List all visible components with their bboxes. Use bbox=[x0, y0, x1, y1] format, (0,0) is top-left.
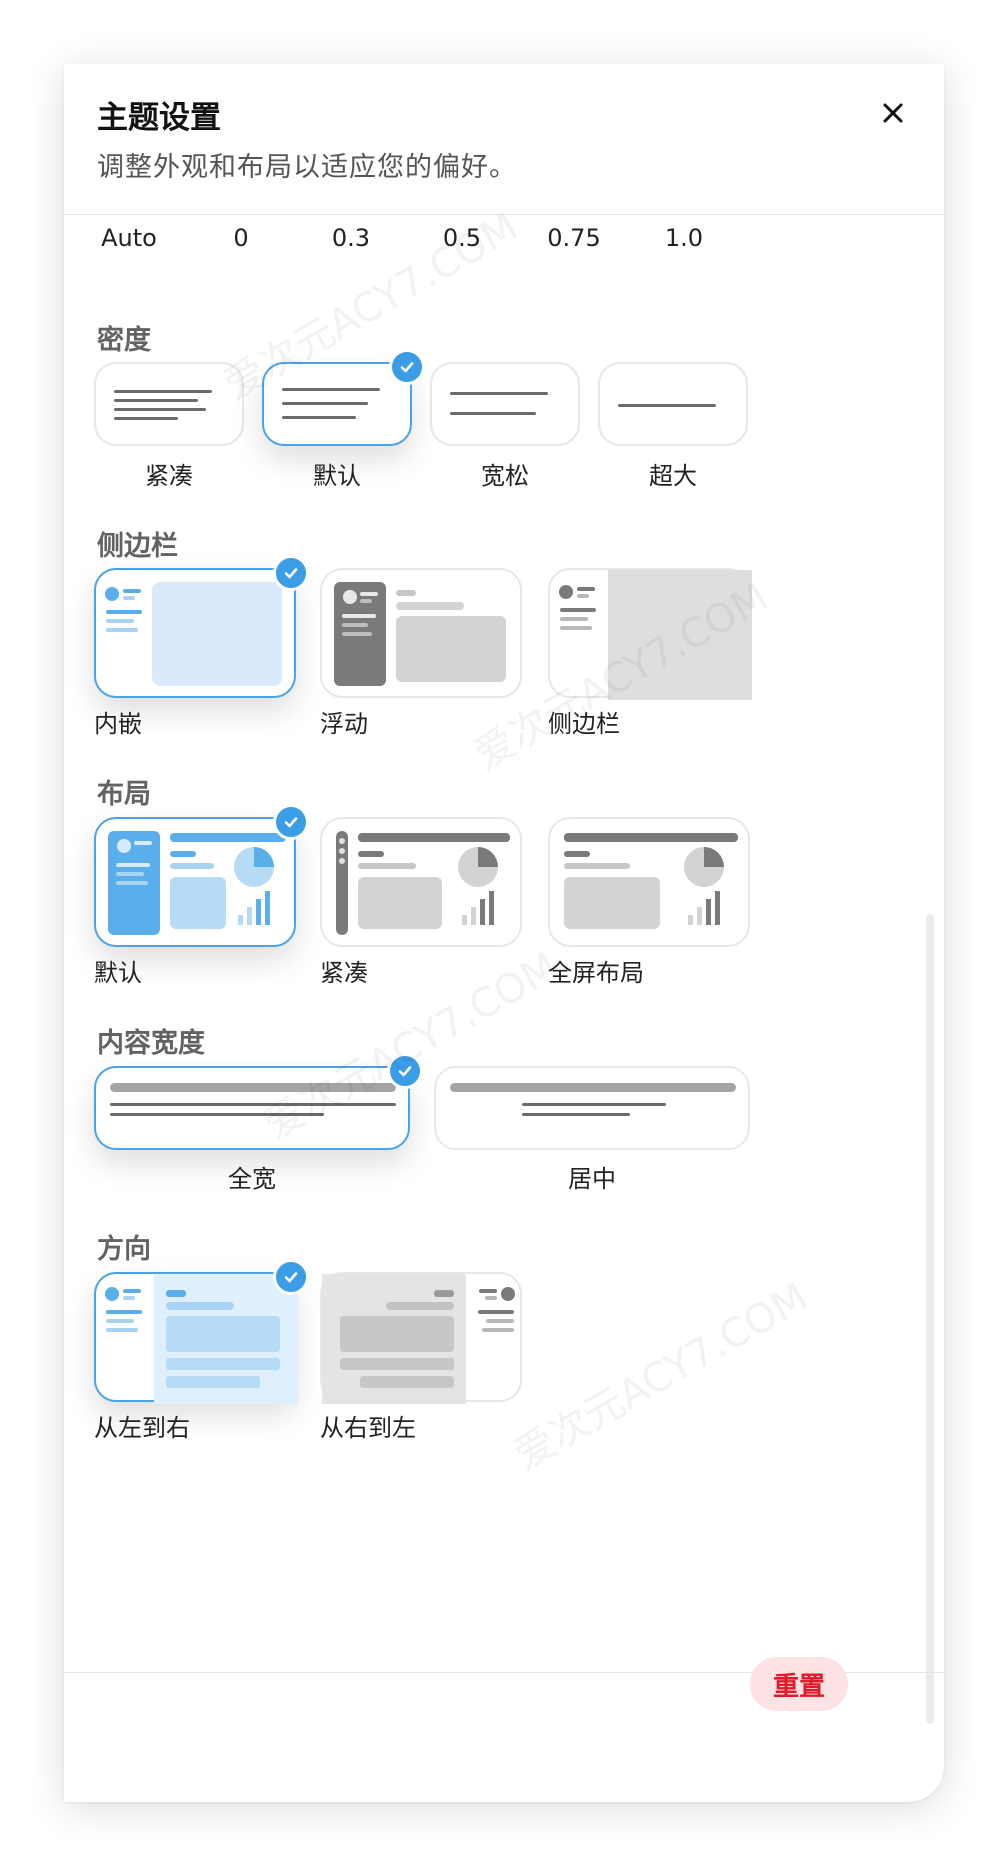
density-option-xlarge[interactable] bbox=[598, 362, 748, 446]
check-icon bbox=[284, 817, 298, 828]
direction-ltr-preview bbox=[105, 1274, 298, 1404]
direction-caption-ltr: 从左到右 bbox=[94, 1414, 190, 1442]
layout-option-compact[interactable] bbox=[320, 817, 522, 947]
density-option-compact[interactable] bbox=[94, 362, 244, 446]
layout-section-label: 布局 bbox=[97, 779, 151, 810]
content-width-option-full[interactable] bbox=[94, 1053, 423, 1150]
close-button[interactable] bbox=[870, 90, 916, 136]
check-icon bbox=[284, 568, 298, 579]
content-width-caption-centered: 居中 bbox=[568, 1165, 616, 1193]
theme-settings-panel: 主题设置 调整外观和布局以适应您的偏好。 Auto 0 0.3 0.5 0.75… bbox=[64, 64, 944, 1802]
sidebar-caption-sidebar: 侧边栏 bbox=[548, 710, 620, 738]
content-width-centered-preview bbox=[450, 1083, 736, 1116]
content-width-caption-full: 全宽 bbox=[228, 1165, 276, 1193]
direction-rtl-preview bbox=[322, 1274, 515, 1404]
selected-check-badge bbox=[273, 555, 309, 591]
layout-default-preview bbox=[108, 831, 286, 935]
density-option-loose[interactable] bbox=[430, 362, 580, 446]
selected-check-badge bbox=[387, 1053, 423, 1089]
sidebar-sidebar-preview bbox=[559, 570, 752, 700]
sidebar-floating-preview bbox=[334, 582, 506, 686]
layout-fullscreen-preview bbox=[564, 833, 738, 929]
density-caption-xlarge: 超大 bbox=[649, 462, 697, 490]
density-caption-default: 默认 bbox=[313, 462, 361, 490]
opacity-option-0-75[interactable]: 0.75 bbox=[514, 224, 634, 252]
content-width-section-label: 内容宽度 bbox=[97, 1028, 205, 1059]
density-section-label: 密度 bbox=[97, 325, 151, 356]
panel-title: 主题设置 bbox=[97, 100, 221, 136]
density-caption-compact: 紧凑 bbox=[145, 462, 193, 490]
layout-caption-compact: 紧凑 bbox=[320, 959, 368, 987]
scrollbar[interactable] bbox=[926, 914, 934, 1724]
opacity-option-0-3[interactable]: 0.3 bbox=[291, 224, 411, 252]
density-xlarge-preview bbox=[618, 404, 716, 407]
sidebar-inset-preview bbox=[105, 582, 282, 686]
content-width-full-preview bbox=[110, 1083, 396, 1116]
direction-section-label: 方向 bbox=[97, 1234, 151, 1265]
watermark: 爱次元ACY7.COM bbox=[506, 1273, 816, 1479]
sidebar-section-label: 侧边栏 bbox=[97, 531, 178, 562]
selected-check-badge bbox=[273, 1259, 309, 1295]
direction-option-rtl[interactable] bbox=[320, 1272, 522, 1404]
layout-compact-preview bbox=[336, 831, 510, 935]
layout-caption-default: 默认 bbox=[94, 959, 142, 987]
density-caption-loose: 宽松 bbox=[481, 462, 529, 490]
opacity-option-0-5[interactable]: 0.5 bbox=[402, 224, 522, 252]
sidebar-caption-inset: 内嵌 bbox=[94, 710, 142, 738]
check-icon bbox=[284, 1272, 298, 1283]
opacity-option-0[interactable]: 0 bbox=[181, 224, 301, 252]
density-compact-preview bbox=[114, 390, 212, 420]
direction-caption-rtl: 从右到左 bbox=[320, 1414, 416, 1442]
direction-option-ltr[interactable] bbox=[94, 1259, 309, 1404]
opacity-option-1-0[interactable]: 1.0 bbox=[624, 224, 744, 252]
panel-subtitle: 调整外观和布局以适应您的偏好。 bbox=[97, 152, 517, 183]
sidebar-option-inset[interactable] bbox=[94, 555, 309, 698]
check-icon bbox=[400, 362, 414, 373]
sidebar-caption-floating: 浮动 bbox=[320, 710, 368, 738]
close-icon bbox=[883, 103, 903, 123]
content-width-option-centered[interactable] bbox=[434, 1066, 750, 1150]
density-loose-preview bbox=[450, 392, 548, 415]
layout-option-fullscreen[interactable] bbox=[548, 817, 750, 947]
selected-check-badge bbox=[273, 804, 309, 840]
layout-option-default[interactable] bbox=[94, 804, 309, 947]
check-icon bbox=[398, 1066, 412, 1077]
opacity-option-auto[interactable]: Auto bbox=[69, 224, 189, 252]
reset-button[interactable]: 重置 bbox=[750, 1657, 848, 1711]
selected-check-badge bbox=[389, 349, 425, 385]
opacity-options: Auto 0 0.3 0.5 0.75 1.0 bbox=[64, 224, 944, 264]
header-divider bbox=[64, 214, 944, 215]
sidebar-option-floating[interactable] bbox=[320, 568, 522, 698]
sidebar-option-sidebar[interactable] bbox=[548, 568, 752, 700]
layout-caption-fullscreen: 全屏布局 bbox=[548, 959, 644, 987]
density-option-default[interactable] bbox=[262, 349, 425, 446]
